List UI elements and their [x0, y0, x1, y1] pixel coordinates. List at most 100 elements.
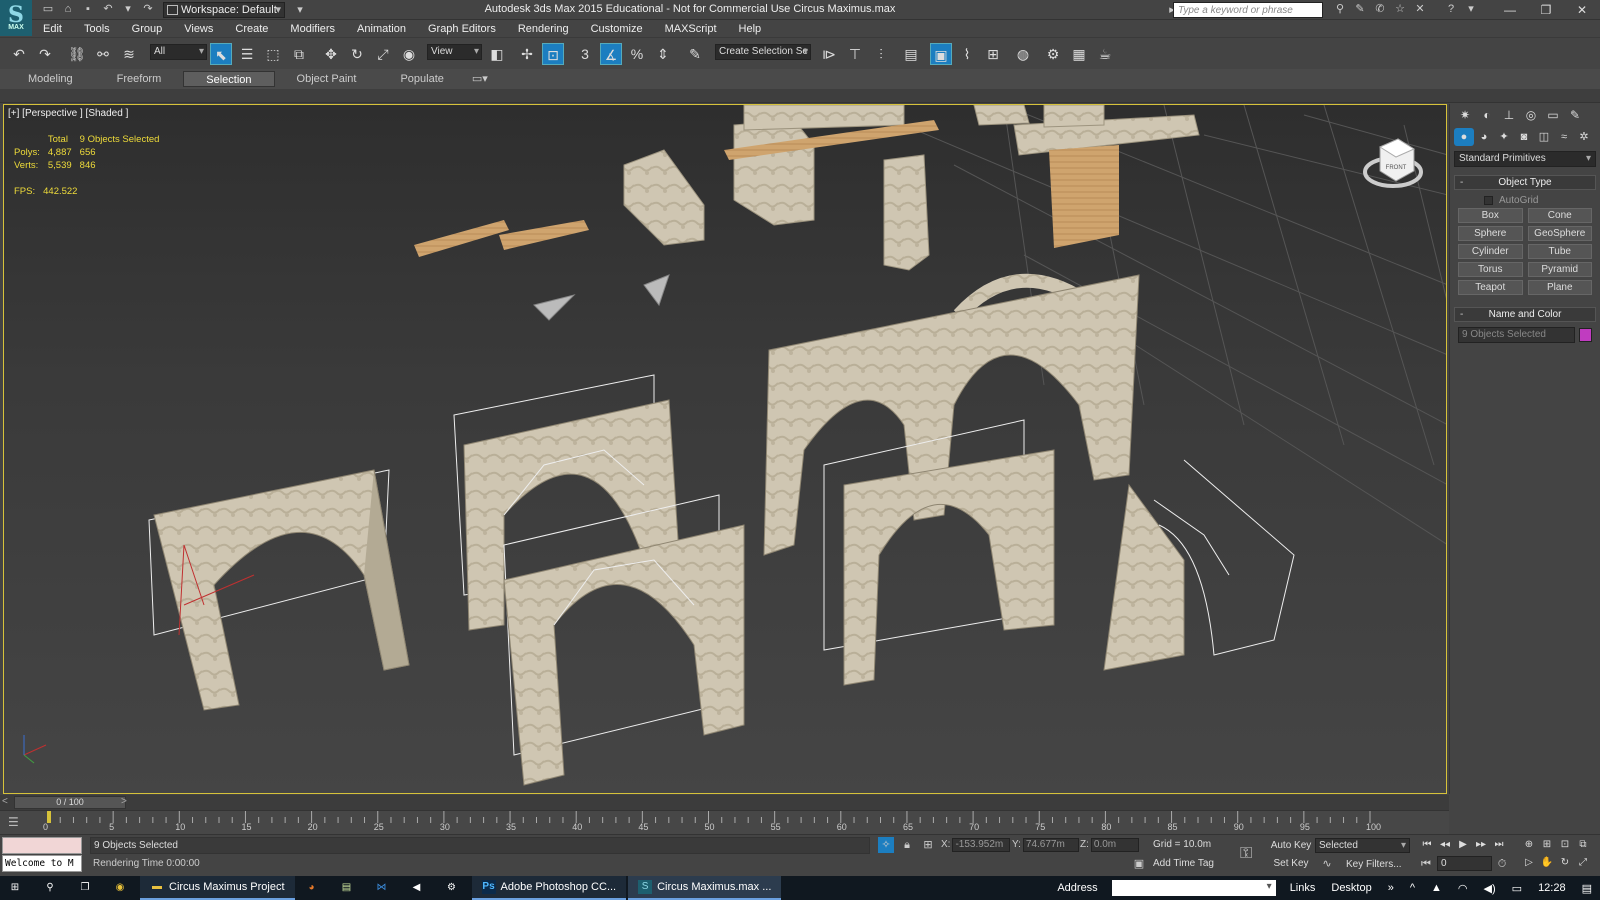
- set-key-icon[interactable]: ⚿: [1240, 845, 1252, 863]
- minimize-icon[interactable]: —: [1492, 0, 1528, 20]
- time-slider-prev-button[interactable]: <: [2, 796, 8, 807]
- create-tab-icon[interactable]: ✷: [1454, 106, 1476, 124]
- go-to-end-icon[interactable]: ⏭: [1490, 837, 1508, 853]
- material-editor-icon[interactable]: ◍: [1012, 43, 1034, 65]
- address-toolbar-input[interactable]: [1111, 880, 1276, 896]
- pivot-center-icon[interactable]: ◧: [486, 43, 508, 65]
- box-button[interactable]: Box: [1458, 208, 1523, 223]
- links-toolbar[interactable]: Links: [1282, 876, 1324, 900]
- set-key-button[interactable]: Set Key: [1269, 856, 1313, 872]
- tab-freeform[interactable]: Freeform: [95, 71, 184, 87]
- unlink-selection-icon[interactable]: ⚯: [92, 43, 114, 65]
- subscription-icon[interactable]: ✎: [1353, 2, 1367, 16]
- selection-filter-dropdown[interactable]: All: [150, 44, 207, 60]
- object-type-title[interactable]: Object Type: [1454, 175, 1596, 190]
- edit-named-selection-icon[interactable]: ✎: [684, 43, 706, 65]
- schematic-view-icon[interactable]: ⊞: [982, 43, 1004, 65]
- viewport-label[interactable]: [+] [Perspective ] [Shaded ]: [8, 108, 128, 119]
- perspective-viewport[interactable]: [+] [Perspective ] [Shaded ] Total 9 Obj…: [3, 104, 1447, 794]
- absolute-offset-icon[interactable]: ⊞: [920, 837, 936, 853]
- firefox-taskbar-icon[interactable]: ◕: [297, 876, 332, 900]
- tube-button[interactable]: Tube: [1527, 244, 1592, 259]
- object-color-swatch[interactable]: [1579, 328, 1592, 342]
- tab-selection[interactable]: Selection: [183, 71, 275, 87]
- media-taskbar-icon[interactable]: ◀: [402, 876, 437, 900]
- key-filters-button[interactable]: Key Filters...: [1346, 857, 1402, 873]
- orbit-icon[interactable]: ↻: [1556, 855, 1574, 871]
- go-to-start-icon[interactable]: ⏮: [1418, 837, 1436, 853]
- reference-coordinate-dropdown[interactable]: View: [427, 44, 482, 60]
- menu-animation[interactable]: Animation: [346, 23, 417, 35]
- redo-icon[interactable]: ↷: [34, 43, 56, 65]
- display-tab-icon[interactable]: ▭: [1542, 106, 1564, 124]
- text-tools-icon[interactable]: ⊤: [844, 43, 866, 65]
- viewcube[interactable]: FRONT: [1358, 127, 1428, 197]
- align-icon[interactable]: ⫶: [870, 43, 892, 65]
- scene-explorer-icon[interactable]: ▣: [930, 43, 952, 65]
- isolate-selection-icon[interactable]: ✧: [878, 837, 894, 853]
- time-config-icon[interactable]: ⏱: [1494, 856, 1510, 872]
- maximize-viewport-icon[interactable]: ⤢: [1574, 855, 1592, 871]
- cameras-icon[interactable]: ◙: [1514, 128, 1534, 146]
- binoculars-icon[interactable]: ⚲: [1333, 2, 1347, 16]
- wifi-icon[interactable]: ◠: [1450, 876, 1476, 900]
- hierarchy-tab-icon[interactable]: ⊥: [1498, 106, 1520, 124]
- search-button[interactable]: ⚲: [35, 876, 70, 900]
- track-bar[interactable]: ☰ 0 5 10 15 20 25 30 35 40 45 50 55 60 65 70 75 80 85 90 95…: [0, 810, 1449, 834]
- torus-button[interactable]: Torus: [1458, 262, 1523, 277]
- plane-button[interactable]: Plane: [1527, 280, 1592, 295]
- select-and-move-icon[interactable]: ✥: [320, 43, 342, 65]
- tab-modeling[interactable]: Modeling: [6, 71, 95, 87]
- primitive-type-dropdown[interactable]: Standard Primitives: [1454, 151, 1596, 167]
- next-frame-icon[interactable]: ▸▸: [1472, 837, 1490, 853]
- menu-views[interactable]: Views: [173, 23, 224, 35]
- named-selection-sets-dropdown[interactable]: Create Selection Se: [715, 44, 811, 60]
- menu-modifiers[interactable]: Modifiers: [279, 23, 346, 35]
- menu-group[interactable]: Group: [121, 23, 174, 35]
- spinner-snap-icon[interactable]: ⇕: [652, 43, 674, 65]
- helpers-icon[interactable]: ◫: [1534, 128, 1554, 146]
- key-mode-dropdown[interactable]: Selected: [1315, 838, 1410, 853]
- menu-rendering[interactable]: Rendering: [507, 23, 580, 35]
- steam-taskbar-icon[interactable]: ⚙: [437, 876, 472, 900]
- undo-icon[interactable]: ↶: [8, 43, 30, 65]
- tab-populate[interactable]: Populate: [378, 71, 465, 87]
- add-time-tag[interactable]: Add Time Tag: [1153, 856, 1214, 872]
- maxscript-listener-output[interactable]: [2, 837, 82, 854]
- angle-snap-icon[interactable]: ∡: [600, 43, 622, 65]
- tab-object-paint[interactable]: Object Paint: [275, 71, 379, 87]
- ribbon-options-icon[interactable]: ▭▾: [466, 71, 494, 87]
- geosphere-button[interactable]: GeoSphere: [1527, 226, 1592, 241]
- play-icon[interactable]: ▶: [1454, 837, 1472, 853]
- taskbar-item-photoshop[interactable]: Ps Adobe Photoshop CC...: [471, 876, 627, 900]
- current-frame-field[interactable]: 0: [1437, 856, 1492, 871]
- close-icon[interactable]: ✕: [1564, 0, 1600, 20]
- rectangular-selection-icon[interactable]: ⬚: [262, 43, 284, 65]
- previous-frame-icon[interactable]: ◂◂: [1436, 837, 1454, 853]
- utilities-tab-icon[interactable]: ✎: [1564, 106, 1586, 124]
- modify-tab-icon[interactable]: ◐: [1476, 106, 1498, 124]
- teapot-button[interactable]: Teapot: [1458, 280, 1523, 295]
- keyboard-shortcut-override-icon[interactable]: ⊡: [542, 43, 564, 65]
- taskbar-item-3dsmax[interactable]: S Circus Maximus.max ...: [628, 876, 782, 900]
- selection-lock-icon[interactable]: 🔒︎: [899, 837, 915, 853]
- time-slider-next-button[interactable]: >: [121, 796, 127, 807]
- snaps-toggle-icon[interactable]: 3: [574, 43, 596, 65]
- zoom-extents-icon[interactable]: ⊡: [1556, 837, 1574, 853]
- start-button[interactable]: ⊞: [0, 876, 35, 900]
- pan-icon[interactable]: ✋: [1538, 855, 1556, 871]
- menu-tools[interactable]: Tools: [73, 23, 121, 35]
- systems-icon[interactable]: ✲: [1574, 128, 1594, 146]
- select-and-rotate-icon[interactable]: ↻: [346, 43, 368, 65]
- place-object-icon[interactable]: ◉: [398, 43, 420, 65]
- help-dropdown-icon[interactable]: ▾: [1464, 2, 1478, 16]
- time-slider-thumb[interactable]: 0 / 100: [14, 796, 126, 809]
- auto-key-button[interactable]: Auto Key: [1269, 838, 1313, 854]
- rendered-frame-window-icon[interactable]: ▦: [1068, 43, 1090, 65]
- zoom-all-icon[interactable]: ⊞: [1538, 837, 1556, 853]
- menu-graph-editors[interactable]: Graph Editors: [417, 23, 507, 35]
- bind-to-space-warp-icon[interactable]: ≋: [118, 43, 140, 65]
- action-center-icon[interactable]: ▤: [1574, 876, 1600, 900]
- mirror-icon[interactable]: ⧐: [818, 43, 840, 65]
- x-field[interactable]: -153.952m: [952, 838, 1011, 852]
